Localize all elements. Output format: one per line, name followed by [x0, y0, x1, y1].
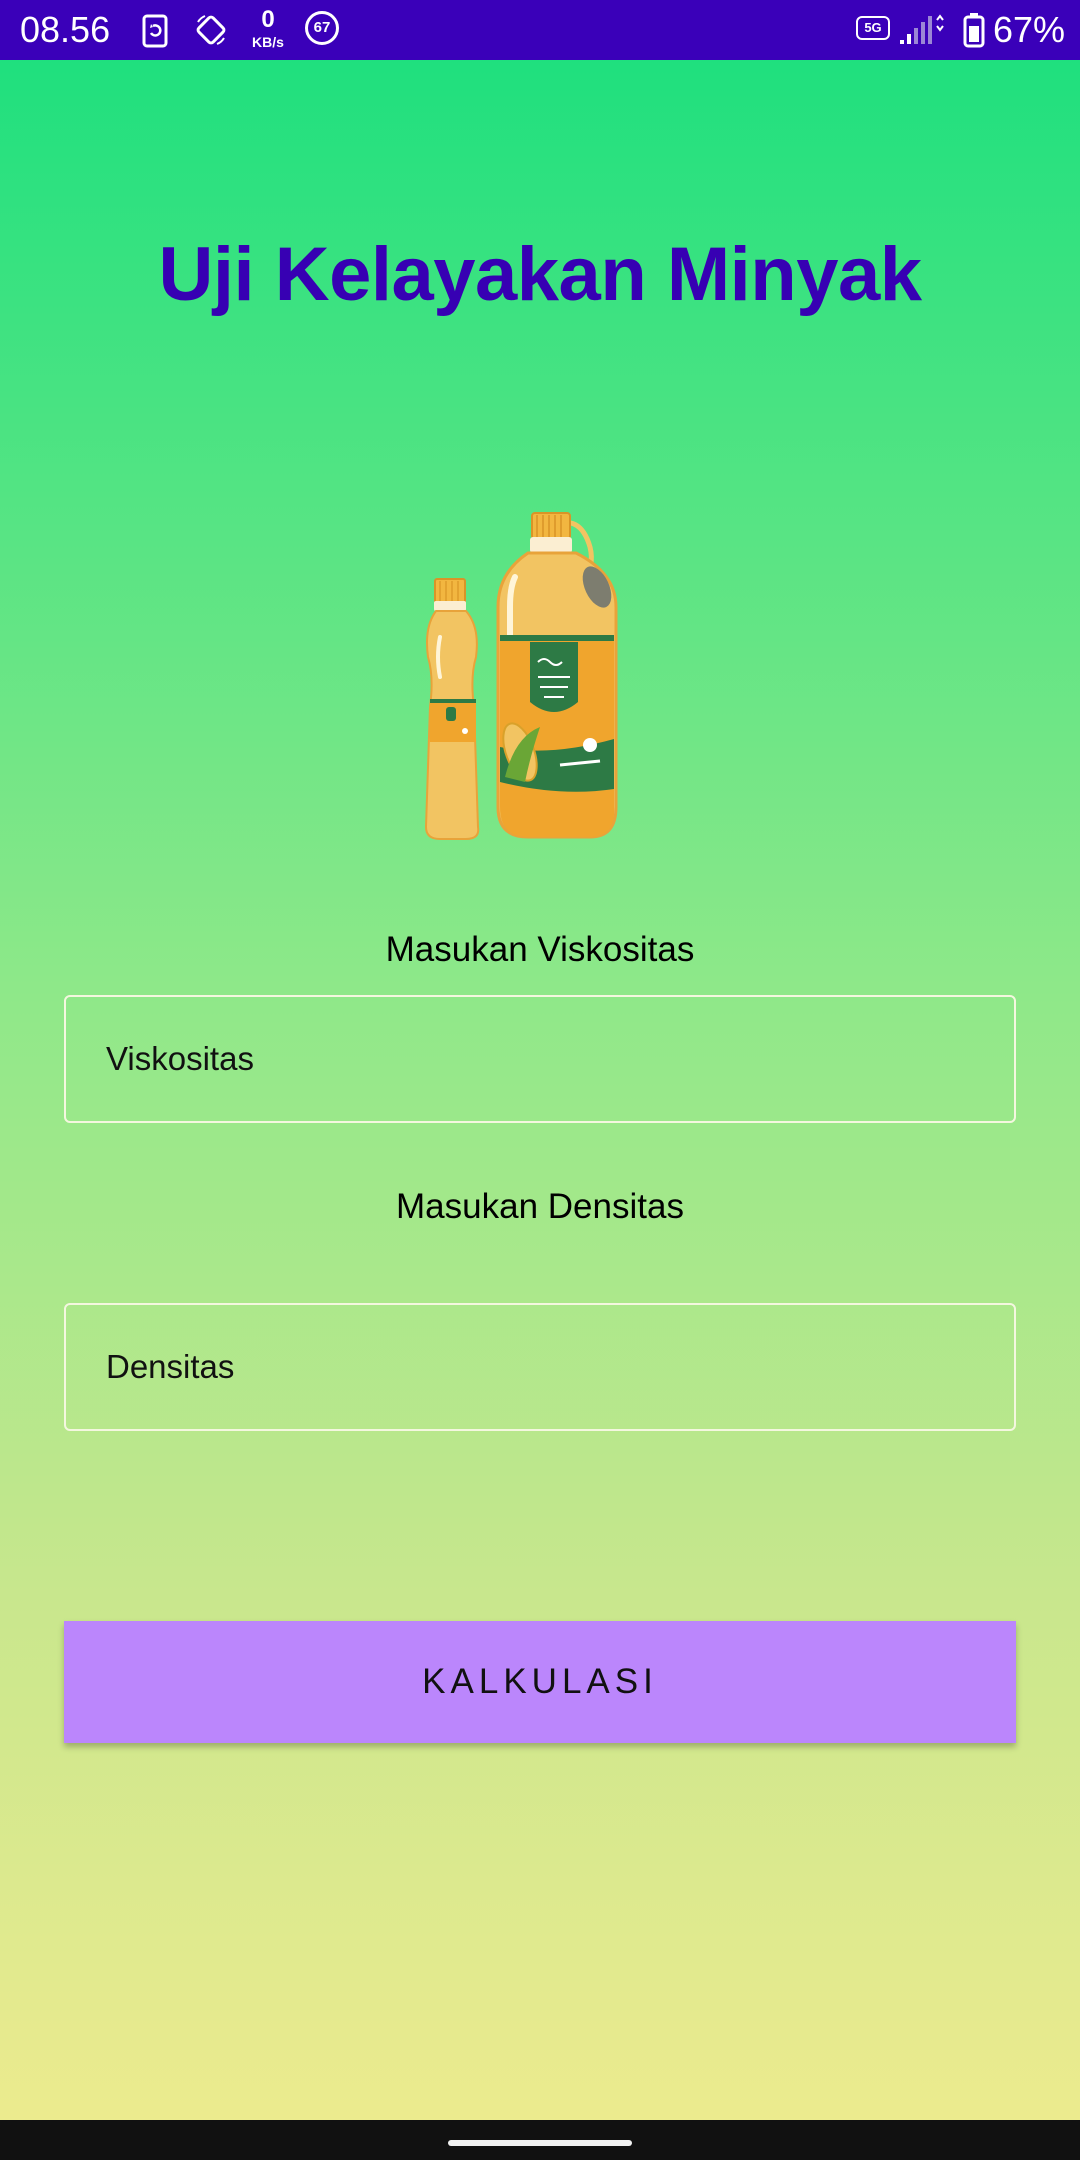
network-type-badge: 5G	[856, 16, 890, 40]
navigation-bar	[0, 2120, 1080, 2160]
main-screen: Uji Kelayakan Minyak Masukan Viskositas …	[0, 60, 1080, 2120]
density-label: Masukan Densitas	[396, 1187, 684, 1226]
density-input[interactable]	[64, 1303, 1016, 1431]
network-speed-value: 0	[261, 6, 275, 33]
viscosity-label: Masukan Viskositas	[385, 930, 695, 969]
calculate-button[interactable]: KALKULASI	[64, 1621, 1016, 1743]
status-time: 08.56	[20, 9, 111, 50]
status-bar: 08.56 0 KB/s 67 5G 67%	[0, 0, 1080, 60]
screen-record-icon	[142, 14, 168, 48]
signal-icon	[900, 14, 944, 44]
cooking-oil-bottles-icon	[424, 512, 618, 840]
network-speed: 0 KB/s	[246, 6, 290, 50]
battery-percent: 67%	[993, 9, 1066, 50]
page-title: Uji Kelayakan Minyak	[158, 232, 922, 317]
viscosity-input[interactable]	[64, 995, 1016, 1123]
home-gesture-handle[interactable]	[448, 2140, 632, 2146]
network-speed-unit: KB/s	[252, 34, 284, 50]
notification-badge: 67	[305, 11, 339, 45]
battery-icon	[963, 13, 985, 48]
rotate-icon	[196, 15, 226, 45]
